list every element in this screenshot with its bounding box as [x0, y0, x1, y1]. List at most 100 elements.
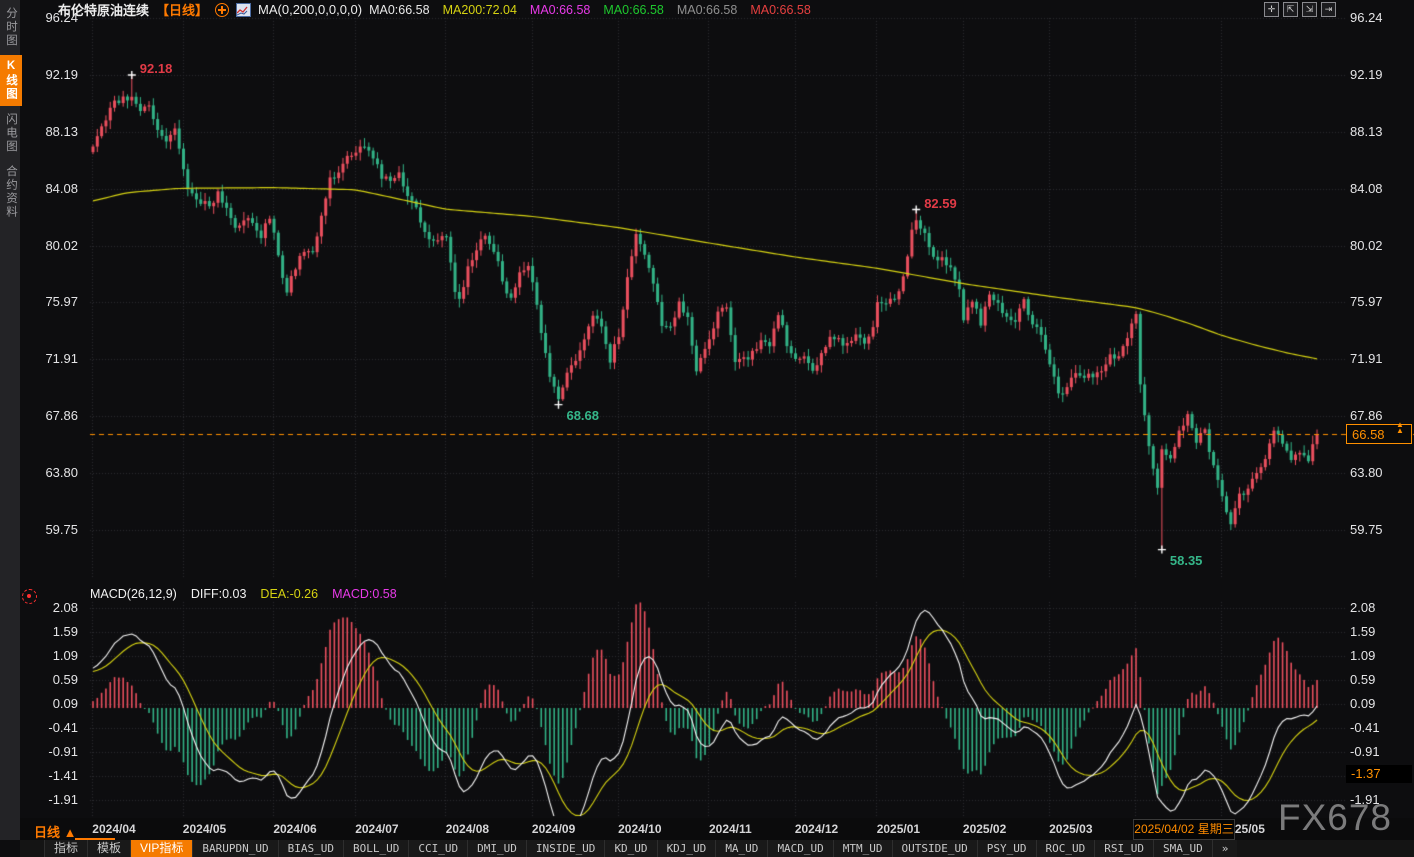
toolbar-item-»[interactable]: »	[1211, 840, 1238, 857]
chart-corner-tools: ✛ ⇱ ⇲ ⇥	[1264, 2, 1336, 17]
macd-tick-left: -0.91	[48, 743, 78, 759]
add-compare-icon[interactable]	[215, 2, 230, 17]
sidebar-item-3[interactable]: 合约资料	[0, 160, 22, 224]
x-label-2024/06: 2024/06	[273, 822, 317, 836]
macd-tick-left: 1.59	[52, 623, 78, 639]
axis-shift-icon[interactable]: ⇲	[1302, 2, 1317, 17]
toolbar-item-模板[interactable]: 模板	[87, 840, 131, 857]
price-tick-right: 92.19	[1350, 66, 1383, 82]
chart-header: 布伦特原油连续 【日线】 MA(0,200,0,0,0,0) MA0:66.58…	[58, 1, 811, 18]
indicator-settings-icon[interactable]	[22, 589, 37, 604]
ma-value-1: MA200:72.04	[442, 2, 517, 17]
sidebar-item-2[interactable]: 闪电图	[0, 108, 22, 159]
period-tag[interactable]: 【日线】	[156, 0, 208, 19]
toolbar-item-MTM_UD[interactable]: MTM_UD	[832, 840, 892, 857]
x-label-2024/08: 2024/08	[445, 822, 490, 836]
price-tick-right: 80.02	[1350, 237, 1383, 253]
toolbar-item-MA_UD[interactable]: MA_UD	[715, 840, 768, 857]
price-tick-left: 92.19	[45, 66, 78, 82]
x-label-2025/02: 2025/02	[962, 822, 1007, 836]
macd-tick-left: 1.09	[52, 647, 78, 663]
toolbar-item-INSIDE_UD[interactable]: INSIDE_UD	[525, 840, 605, 857]
period-selector[interactable]: 日线 ▲	[34, 822, 76, 841]
price-tick-right: 63.80	[1350, 465, 1383, 481]
toolbar-item-KDJ_UD[interactable]: KDJ_UD	[656, 840, 716, 857]
toolbar-item-VIP指标[interactable]: VIP指标	[130, 840, 193, 857]
price-tick-left: 63.80	[45, 465, 78, 481]
price-annotation-68.68: 68.68	[566, 407, 600, 423]
symbol-title: 布伦特原油连续	[58, 3, 150, 18]
price-tick-right: 75.97	[1350, 294, 1383, 310]
ma-value-list: MA0:66.58 MA200:72.04 MA0:66.58 MA0:66.58 MA…	[369, 3, 811, 17]
toolbar-item-MACD_UD[interactable]: MACD_UD	[767, 840, 833, 857]
x-label-2024/11: 2024/11	[708, 822, 752, 836]
ma-settings[interactable]: MA(0,200,0,0,0,0)	[258, 2, 362, 17]
price-tick-left: 71.91	[45, 351, 78, 367]
price-tick-right: 71.91	[1350, 351, 1383, 367]
ma-value-3: MA0:66.58	[603, 2, 664, 17]
macd-tick-right: 2.08	[1350, 600, 1376, 616]
sidebar-item-0[interactable]: 分时图	[0, 2, 22, 53]
macd-tick-right: -0.41	[1350, 719, 1380, 735]
macd-tick-right: 0.59	[1350, 671, 1376, 687]
toolbar-item-RSI_UD[interactable]: RSI_UD	[1094, 840, 1154, 857]
macd-dea-value: DEA:-0.26	[260, 587, 319, 601]
x-label-2025/01: 2025/01	[876, 822, 921, 836]
x-label-2024/07: 2024/07	[355, 822, 399, 836]
ma-value-5: MA0:66.58	[750, 2, 811, 17]
crosshair-date-tooltip: 2025/04/02 星期三	[1133, 819, 1235, 840]
date-axis[interactable]: 日线 ▲ 2025/04/02 星期三 2024/04 2024/05 2024/0…	[20, 818, 1414, 840]
x-label-2024/10: 2024/10	[618, 822, 662, 836]
toolbar-item-KD_UD[interactable]: KD_UD	[604, 840, 657, 857]
toolbar-item-CCI_UD[interactable]: CCI_UD	[408, 840, 468, 857]
chart-canvas[interactable]	[0, 0, 1414, 857]
indicator-toolbar: 指标 模板 VIP指标 BARUPDN_UD BIAS_UD BOLL_UD CCI_UD D…	[20, 840, 1414, 857]
toolbar-item-指标[interactable]: 指标	[44, 840, 88, 857]
ma-value-2: MA0:66.58	[529, 2, 591, 17]
price-tick-right: 59.75	[1350, 521, 1383, 537]
macd-tick-right: 0.09	[1350, 695, 1376, 711]
toolbar-item-BARUPDN_UD[interactable]: BARUPDN_UD	[192, 840, 278, 857]
price-tick-left: 88.13	[45, 123, 78, 139]
toolbar-item-PSY_UD[interactable]: PSY_UD	[976, 840, 1036, 857]
x-label-2024/12: 2024/12	[794, 822, 839, 836]
x-label-2024/09: 2024/09	[531, 822, 576, 836]
left-sidebar: 分时图 K线图 闪电图 合约资料	[0, 0, 22, 840]
price-tick-right: 88.13	[1350, 123, 1383, 139]
toolbar-item-SMA_UD[interactable]: SMA_UD	[1153, 840, 1212, 857]
macd-tick-left: 0.09	[52, 695, 78, 711]
watermark: FX678	[1278, 797, 1393, 838]
x-label-2024/04: 2024/04	[92, 822, 136, 836]
price-tick-left: 80.02	[45, 237, 78, 253]
price-tick-left: 75.97	[45, 294, 78, 310]
macd-name[interactable]: MACD(26,12,9)	[90, 587, 177, 601]
price-tick-left: 67.86	[45, 408, 78, 424]
price-annotation-58.35: 58.35	[1169, 552, 1203, 568]
price-annotation-82.59: 82.59	[924, 195, 957, 211]
ma-value-0: MA0:66.58	[369, 2, 430, 17]
chart-type-icon[interactable]	[236, 2, 252, 17]
price-up-arrow-icon: ▲ ▲	[1396, 420, 1404, 436]
toolbar-item-ROC_UD[interactable]: ROC_UD	[1035, 840, 1095, 857]
x-label-2024/05: 2024/05	[182, 822, 227, 836]
macd-diff-value: DIFF:0.03	[190, 587, 247, 601]
toolbar-item-BOLL_UD[interactable]: BOLL_UD	[342, 840, 409, 857]
macd-tick-right: 1.09	[1350, 647, 1376, 663]
macd-tick-left: 0.59	[52, 671, 78, 687]
move-icon[interactable]: ✛	[1264, 2, 1279, 17]
price-tick-right: 84.08	[1350, 180, 1383, 196]
toolbar-item-OUTSIDE_UD[interactable]: OUTSIDE_UD	[891, 840, 977, 857]
macd-value-box: -1.37	[1346, 764, 1412, 783]
x-label-2025/03: 2025/03	[1049, 822, 1093, 836]
toolbar-item-DMI_UD[interactable]: DMI_UD	[467, 840, 526, 857]
sidebar-item-1[interactable]: K线图	[0, 54, 22, 106]
toolbar-item-BIAS_UD[interactable]: BIAS_UD	[277, 840, 343, 857]
macd-tick-right: 1.59	[1350, 623, 1376, 639]
ma-value-4: MA0:66.58	[676, 2, 738, 17]
axis-scale-icon[interactable]: ⇱	[1283, 2, 1298, 17]
jump-latest-icon[interactable]: ⇥	[1321, 2, 1336, 17]
trading-terminal: 分时图 K线图 闪电图 合约资料 布伦特原油连续 【日线】 MA(0,200,0,0,…	[0, 0, 1414, 857]
macd-tick-left: -0.41	[48, 719, 78, 735]
price-tick-left: 59.75	[45, 521, 78, 537]
macd-tick-left: -1.91	[48, 791, 78, 807]
